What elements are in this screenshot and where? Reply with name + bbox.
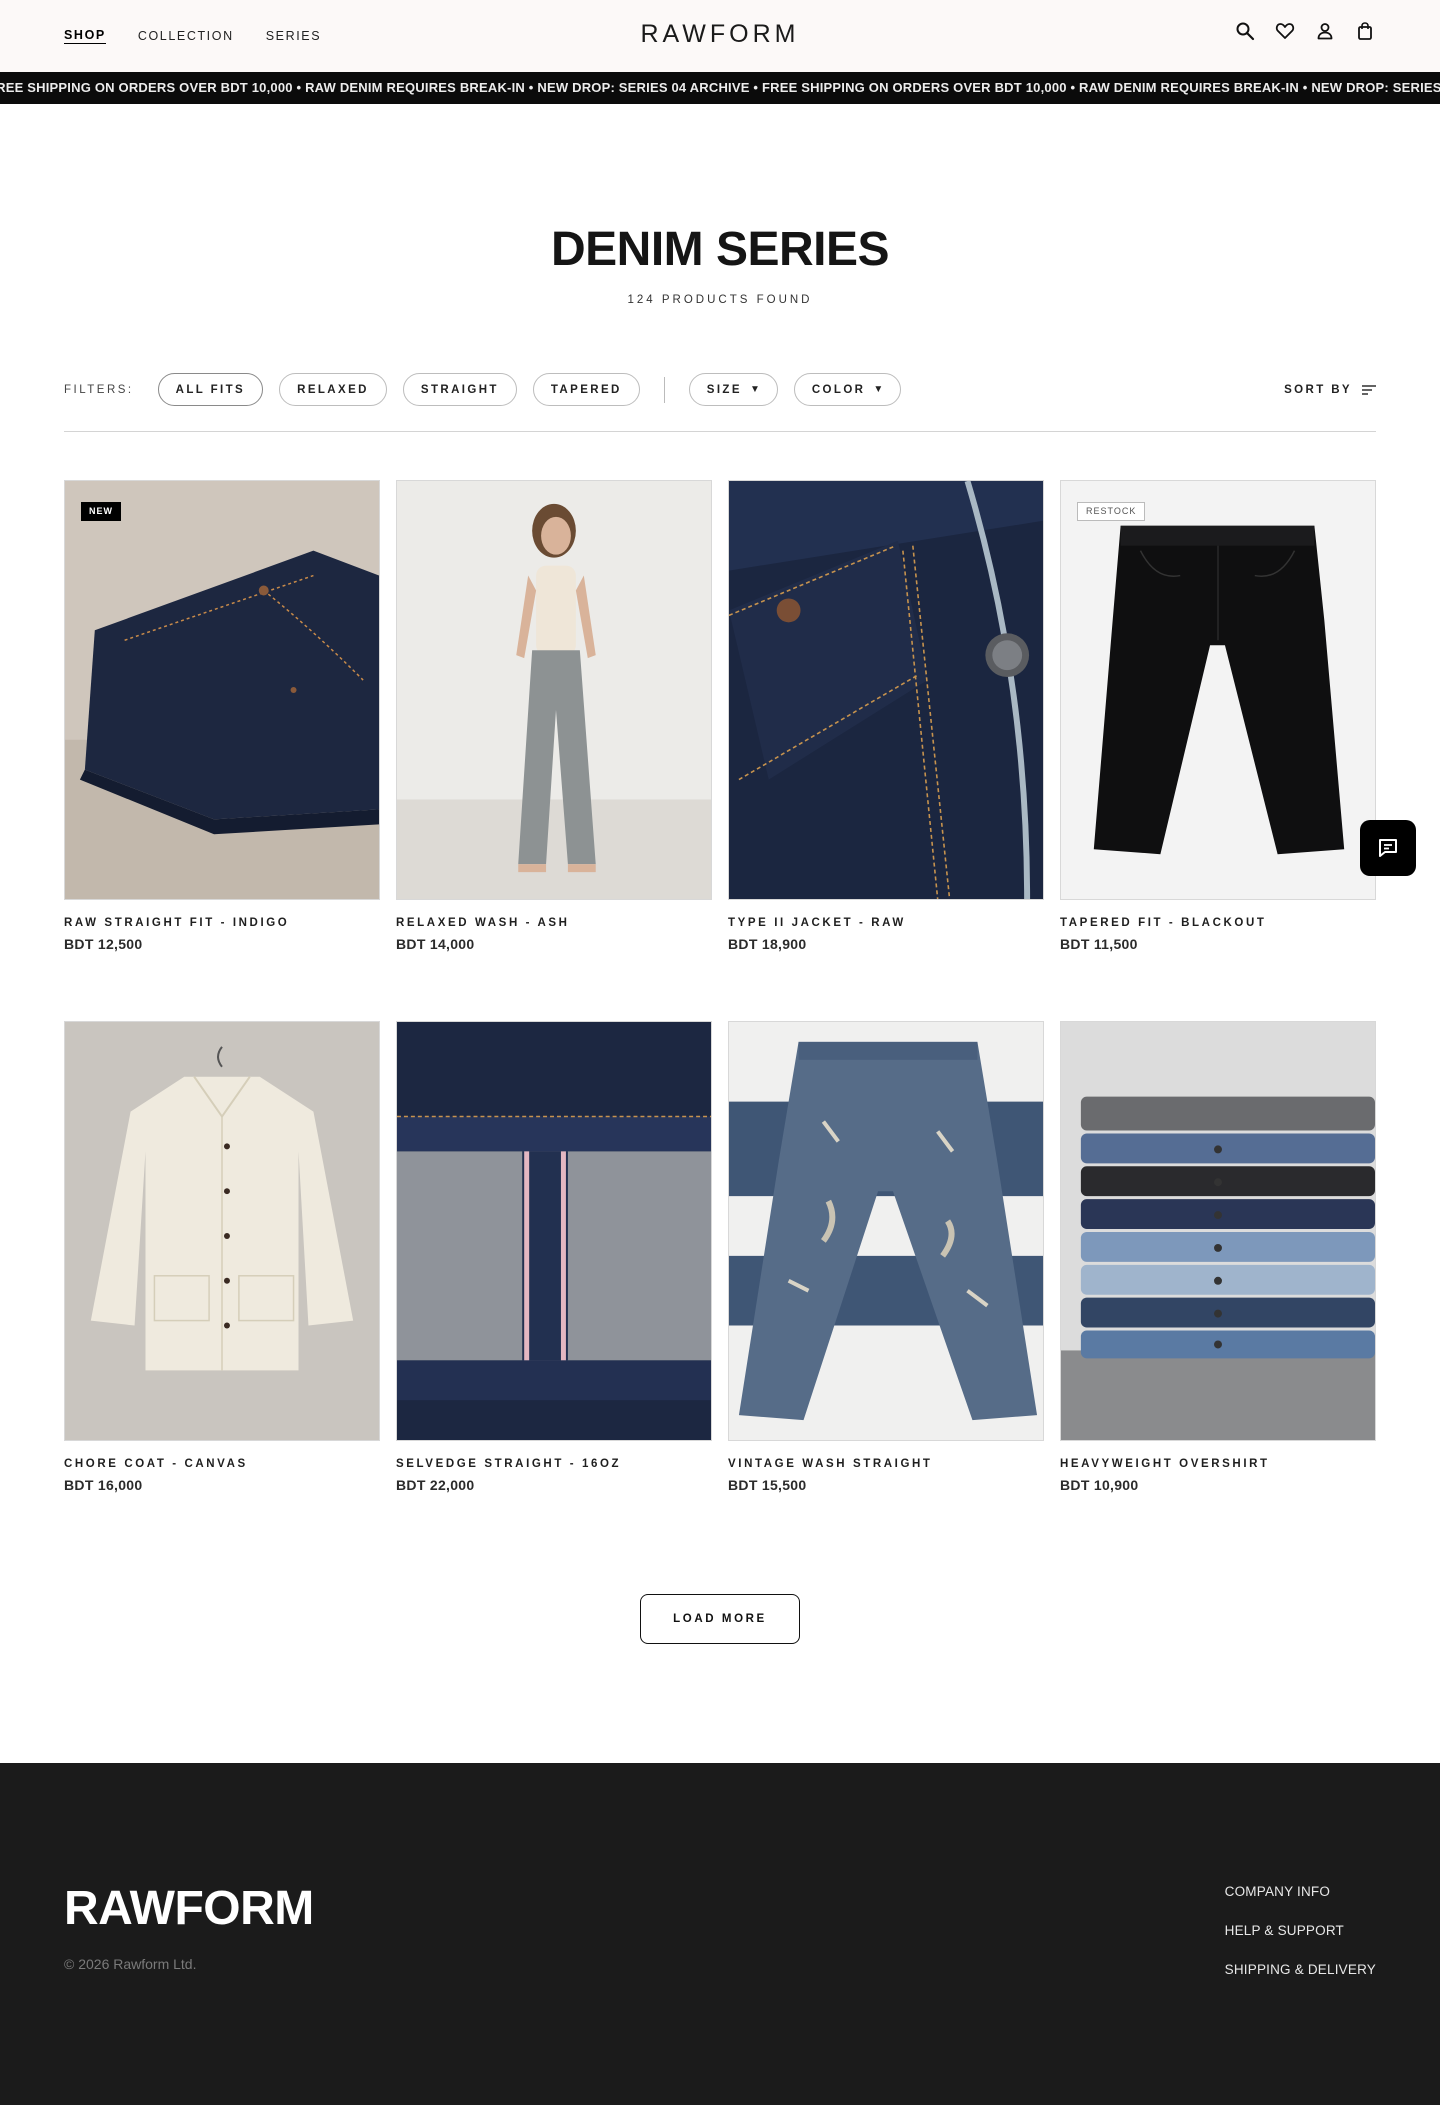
page-title: DENIM SERIES [550, 223, 890, 276]
color-dropdown[interactable]: COLOR ▼ [793, 373, 902, 406]
site-footer: RAWFORM © 2026 Rawform Ltd. COMPANY INFO… [0, 1763, 1440, 2105]
product-price: BDT 10,900 [1060, 1477, 1139, 1493]
nav-shop-link[interactable]: SHOP [64, 28, 106, 44]
product-image-stacked-shirts[interactable] [1060, 1021, 1376, 1441]
filter-all-fits[interactable]: ALL FITS [157, 373, 264, 406]
footer-logo[interactable]: RAWFORM [64, 1881, 314, 1936]
product-count: 124 PRODUCTS FOUND [627, 294, 813, 306]
product-name[interactable]: RAW STRAIGHT FIT - INDIGO [64, 917, 380, 929]
product-name[interactable]: CHORE COAT - CANVAS [64, 1458, 380, 1470]
product-name[interactable]: TYPE II JACKET - RAW [728, 917, 1044, 929]
caret-down-icon: ▼ [873, 384, 884, 395]
product-name[interactable]: VINTAGE WASH STRAIGHT [728, 1458, 1044, 1470]
main-nav: SHOP COLLECTION SERIES [64, 0, 321, 72]
announcement-bar: FREE SHIPPING ON ORDERS OVER BDT 10,000 … [0, 72, 1440, 104]
brand-logo[interactable]: RAWFORM [641, 20, 800, 48]
bag-icon[interactable] [1354, 20, 1376, 42]
product-badge: RESTOCK [1077, 502, 1146, 521]
filters-label: FILTERS: [64, 383, 134, 396]
product-price: BDT 11,500 [1060, 936, 1138, 952]
product-card[interactable]: HEAVYWEIGHT OVERSHIRT BDT 10,900 [1060, 1021, 1376, 1493]
size-label: SIZE [706, 383, 742, 396]
product-image-jacket-detail[interactable] [728, 480, 1044, 900]
filter-divider [663, 376, 665, 403]
filter-divider-line [64, 431, 1376, 432]
filter-straight[interactable]: STRAIGHT [402, 373, 517, 406]
nav-collection-link[interactable]: COLLECTION [138, 29, 234, 43]
sort-label: SORT BY [1284, 383, 1352, 396]
header-icons [1234, 20, 1376, 42]
product-image-model-relaxed[interactable] [396, 480, 712, 900]
site-header: SHOP COLLECTION SERIES RAWFORM [0, 0, 1440, 72]
color-label: COLOR [811, 383, 866, 396]
copyright-text: © 2026 Rawform Ltd. [64, 1956, 197, 1972]
user-icon[interactable] [1314, 20, 1336, 42]
product-card[interactable]: VINTAGE WASH STRAIGHT BDT 15,500 [728, 1021, 1044, 1493]
filter-relaxed[interactable]: RELAXED [279, 373, 387, 406]
heart-icon[interactable] [1274, 20, 1296, 42]
chat-bubble-icon [1379, 839, 1397, 857]
product-image-vintage-wash[interactable] [728, 1021, 1044, 1441]
filter-bar: FILTERS: ALL FITS RELAXED STRAIGHT TAPER… [64, 373, 1376, 406]
product-price: BDT 16,000 [64, 1477, 143, 1493]
product-card[interactable]: CHORE COAT - CANVAS BDT 16,000 [64, 1021, 380, 1493]
product-image-selvedge-cuff[interactable] [396, 1021, 712, 1441]
product-price: BDT 14,000 [396, 936, 475, 952]
product-name[interactable]: SELVEDGE STRAIGHT - 16OZ [396, 1458, 712, 1470]
product-badge: NEW [81, 502, 121, 521]
product-card[interactable]: NEW RAW STRAIGHT FIT - INDIGO BDT 12,500 [64, 480, 380, 952]
product-image-folded-jeans[interactable]: NEW [64, 480, 380, 900]
product-price: BDT 22,000 [396, 1477, 475, 1493]
search-icon[interactable] [1234, 20, 1256, 42]
product-card[interactable]: RESTOCK TAPERED FIT - BLACKOUT BDT 11,50… [1060, 480, 1376, 952]
product-name[interactable]: RELAXED WASH - ASH [396, 917, 712, 929]
product-card[interactable]: TYPE II JACKET - RAW BDT 18,900 [728, 480, 1044, 952]
product-name[interactable]: HEAVYWEIGHT OVERSHIRT [1060, 1458, 1376, 1470]
chat-button[interactable] [1360, 820, 1416, 876]
footer-links: COMPANY INFO HELP & SUPPORT SHIPPING & D… [1225, 1884, 1376, 1977]
product-card[interactable]: SELVEDGE STRAIGHT - 16OZ BDT 22,000 [396, 1021, 712, 1493]
load-more-button[interactable]: LOAD MORE [640, 1594, 800, 1644]
size-dropdown[interactable]: SIZE ▼ [688, 373, 778, 406]
sort-lines-icon [1362, 384, 1376, 395]
nav-series-link[interactable]: SERIES [266, 29, 321, 43]
product-name[interactable]: TAPERED FIT - BLACKOUT [1060, 917, 1376, 929]
sort-button[interactable]: SORT BY [1284, 373, 1376, 406]
product-card[interactable]: RELAXED WASH - ASH BDT 14,000 [396, 480, 712, 952]
product-price: BDT 15,500 [728, 1477, 807, 1493]
footer-link-help-support[interactable]: HELP & SUPPORT [1225, 1923, 1344, 1938]
footer-link-shipping[interactable]: SHIPPING & DELIVERY [1225, 1962, 1376, 1977]
filter-tapered[interactable]: TAPERED [532, 373, 640, 406]
footer-link-company-info[interactable]: COMPANY INFO [1225, 1884, 1330, 1899]
product-price: BDT 18,900 [728, 936, 807, 952]
product-price: BDT 12,500 [64, 936, 143, 952]
announcement-text: FREE SHIPPING ON ORDERS OVER BDT 10,000 … [0, 80, 1440, 95]
product-image-chore-coat[interactable] [64, 1021, 380, 1441]
caret-down-icon: ▼ [749, 384, 760, 395]
product-image-black-tapered[interactable]: RESTOCK [1060, 480, 1376, 900]
